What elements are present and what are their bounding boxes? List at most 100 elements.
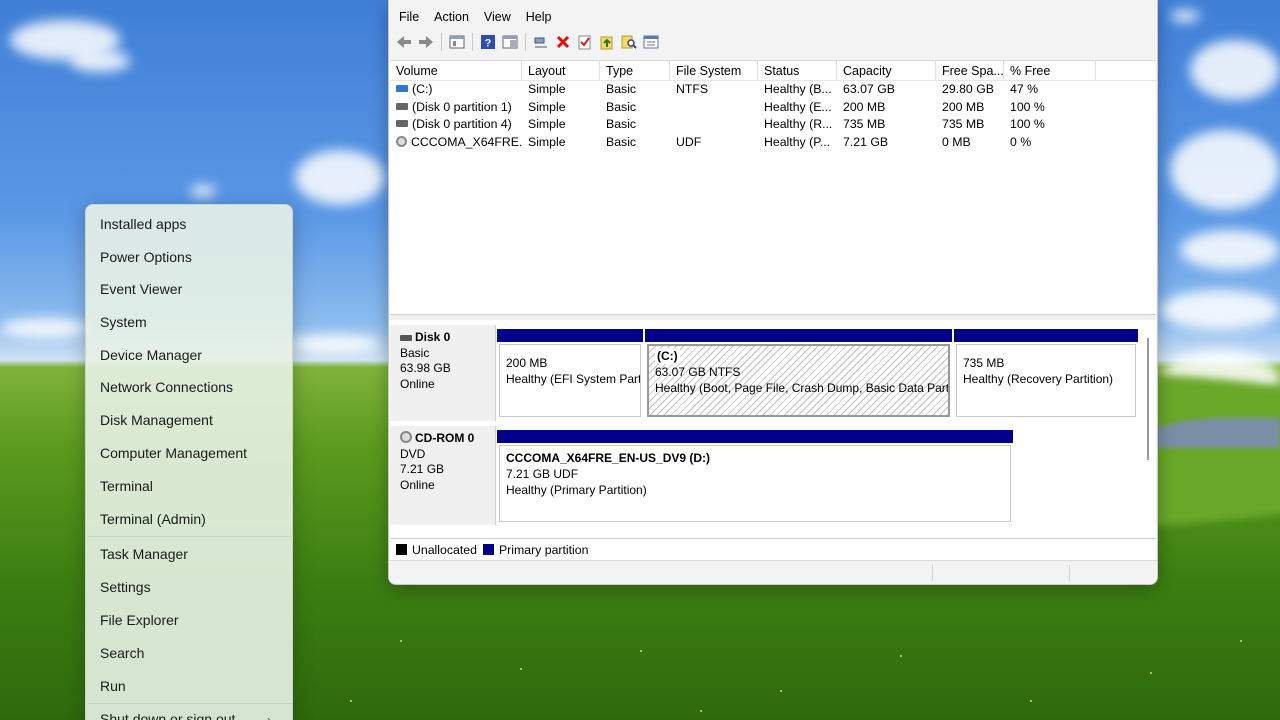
menu-item-terminal[interactable]: Terminal: [100, 478, 153, 494]
cdrom-0-label[interactable]: CD-ROM 0 DVD 7.21 GB Online: [390, 426, 496, 525]
percent-free-cell: 100 %: [1010, 99, 1045, 114]
menu-item-terminal-admin[interactable]: Terminal (Admin): [100, 511, 206, 527]
toolbar-separator: [525, 33, 526, 51]
menu-item-system[interactable]: System: [100, 314, 147, 330]
menu-item-settings[interactable]: Settings: [100, 579, 151, 595]
capacity-cell: 200 MB: [843, 99, 886, 114]
show-hide-icon[interactable]: [499, 31, 521, 53]
unallocated-swatch: [396, 544, 407, 555]
partition-status: Healthy (EFI System Part: [506, 372, 641, 386]
primary-partition-bar: [954, 329, 1138, 342]
menu-item-task-manager[interactable]: Task Manager: [100, 546, 188, 562]
status-cell: Healthy (B...: [764, 82, 832, 96]
disk-icon: [400, 334, 412, 341]
percent-free-cell: 0 %: [1010, 134, 1032, 149]
cd-icon: [396, 135, 407, 147]
column-header-status[interactable]: Status: [758, 61, 837, 80]
menu-item-installed-apps[interactable]: Installed apps: [100, 216, 186, 232]
type-cell: Basic: [606, 134, 637, 149]
disk-size: 63.98 GB: [400, 361, 451, 375]
primary-partition-bar: [497, 430, 1013, 443]
menu-file[interactable]: File: [389, 6, 419, 26]
layout-cell: Simple: [528, 134, 566, 149]
column-header-volume[interactable]: Volume: [390, 61, 522, 80]
menu-item-file-explorer[interactable]: File Explorer: [100, 612, 179, 628]
file-system-cell: [670, 99, 758, 117]
percent-free-cell: 100 %: [1010, 117, 1045, 131]
table-row[interactable]: (Disk 0 partition 4) Simple Basic Health…: [390, 116, 1156, 134]
back-arrow-icon[interactable]: [393, 31, 415, 53]
menu-view[interactable]: View: [474, 6, 511, 26]
table-row[interactable]: CCCOMA_X64FRE... Simple Basic UDF Health…: [390, 134, 1156, 152]
type-cell: Basic: [606, 82, 637, 96]
winx-quick-link-menu: Installed apps Power Options Event Viewe…: [85, 204, 293, 720]
volume-name: CCCOMA_X64FRE...: [411, 134, 522, 149]
free-space-cell: 29.80 GB: [942, 82, 994, 96]
volume-name: (Disk 0 partition 1): [412, 99, 512, 114]
partition-c[interactable]: (C:) 63.07 GB NTFS Healthy (Boot, Page F…: [645, 329, 952, 419]
capacity-cell: 63.07 GB: [843, 82, 895, 96]
volume-icon: [396, 120, 408, 128]
menu-item-search[interactable]: Search: [100, 645, 144, 661]
help-icon[interactable]: ?: [477, 31, 499, 53]
menu-item-network-connections[interactable]: Network Connections: [100, 379, 233, 395]
free-space-cell: 200 MB: [942, 99, 985, 114]
menu-item-shut-down-or-sign-out[interactable]: Shut down or sign out: [100, 711, 235, 720]
partition-dvd[interactable]: CCCOMA_X64FRE_EN-US_DV9 (D:) 7.21 GB UDF…: [497, 430, 1013, 524]
layout-cell: Simple: [528, 82, 566, 96]
table-row[interactable]: (Disk 0 partition 1) Simple Basic Health…: [390, 99, 1156, 117]
column-header-file-system[interactable]: File System: [670, 61, 758, 80]
properties-icon[interactable]: [446, 31, 468, 53]
file-system-cell: UDF: [676, 134, 702, 149]
upload-icon[interactable]: [596, 31, 618, 53]
menu-action[interactable]: Action: [424, 6, 469, 26]
free-space-cell: 0 MB: [942, 134, 971, 149]
free-space-cell: 735 MB: [942, 117, 985, 131]
disk-state: Online: [400, 477, 435, 492]
status-cell: Healthy (R...: [764, 117, 833, 131]
partition-size: 200 MB: [506, 356, 548, 370]
forward-arrow-icon[interactable]: [415, 31, 437, 53]
status-cell: Healthy (E...: [764, 99, 832, 114]
status-divider: [932, 565, 933, 581]
partition-size: 7.21 GB UDF: [506, 467, 579, 481]
menu-item-disk-management[interactable]: Disk Management: [100, 412, 213, 428]
system-volume-icon: [396, 85, 408, 93]
view-list-icon[interactable]: [640, 31, 662, 53]
menu-help[interactable]: Help: [516, 6, 552, 26]
graph-scrollbar[interactable]: [1147, 338, 1149, 460]
table-row[interactable]: (C:) Simple Basic NTFS Healthy (B... 63.…: [390, 81, 1156, 99]
toolbar: ?: [389, 30, 1157, 54]
partition-recovery[interactable]: 735 MB Healthy (Recovery Partition): [954, 329, 1138, 419]
menu-item-device-manager[interactable]: Device Manager: [100, 347, 202, 363]
connect-icon[interactable]: [530, 31, 552, 53]
column-header-layout[interactable]: Layout: [522, 61, 600, 80]
file-system-cell: [670, 116, 758, 134]
disk-0-label[interactable]: Disk 0 Basic 63.98 GB Online: [390, 325, 496, 421]
column-header-percent-free[interactable]: % Free: [1004, 61, 1096, 80]
menu-item-computer-management[interactable]: Computer Management: [100, 445, 247, 461]
toolbar-separator: [472, 33, 473, 51]
toolbar-separator: [441, 33, 442, 51]
volume-name: (C:): [412, 82, 433, 96]
column-header-free-space[interactable]: Free Spa...: [936, 61, 1004, 80]
percent-free-cell: 47 %: [1010, 82, 1039, 96]
search-icon[interactable]: [618, 31, 640, 53]
delete-icon[interactable]: [552, 31, 574, 53]
partition-status: Healthy (Boot, Page File, Crash Dump, Ba…: [655, 381, 950, 395]
menu-item-event-viewer[interactable]: Event Viewer: [100, 281, 182, 297]
menu-item-power-options[interactable]: Power Options: [100, 249, 192, 265]
primary-partition-swatch: [482, 544, 494, 555]
partition-efi[interactable]: 200 MB Healthy (EFI System Part: [497, 329, 643, 419]
menu-item-run[interactable]: Run: [100, 678, 126, 694]
primary-partition-bar: [497, 329, 643, 342]
menu-divider: [88, 703, 292, 704]
column-header-type[interactable]: Type: [600, 61, 670, 80]
cd-icon: [400, 430, 412, 443]
column-header-capacity[interactable]: Capacity: [837, 61, 936, 80]
partition-title: (C:): [655, 348, 680, 364]
layout-cell: Simple: [528, 117, 566, 131]
type-cell: Basic: [606, 99, 637, 114]
menu-bar: File Action View Help: [389, 6, 554, 26]
checkmark-icon[interactable]: [574, 31, 596, 53]
